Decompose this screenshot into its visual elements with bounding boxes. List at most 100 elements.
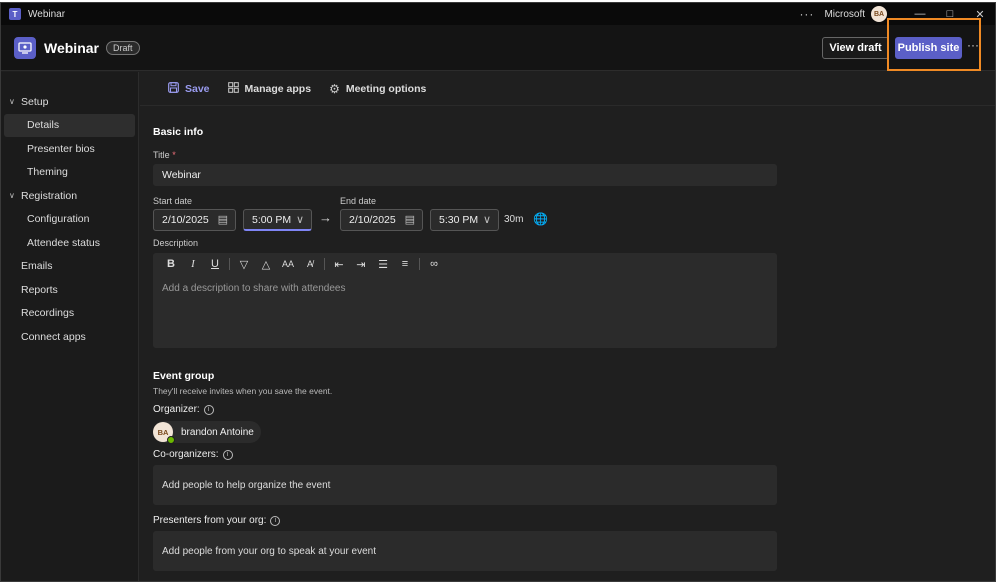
sidebar-item-label: Reports <box>21 283 58 296</box>
end-time-select[interactable]: 5:30 PM ∨ <box>430 209 499 231</box>
save-button[interactable]: Save <box>168 81 210 96</box>
bold-icon[interactable]: B <box>160 258 182 270</box>
status-badge: Draft <box>105 40 140 55</box>
duration-text: 30m <box>504 214 524 225</box>
sidebar-item-configuration[interactable]: Configuration <box>1 208 138 232</box>
sidebar-item-label: Theming <box>27 166 68 179</box>
start-date-value: 2/10/2025 <box>162 214 209 226</box>
more-options-icon[interactable]: ··· <box>967 38 979 52</box>
format-toolbar: B I U ▽ △ AA A̸ ⇤ ⇥ ☰ ≡ ∞ <box>153 253 777 275</box>
event-group-subtitle: They'll receive invites when you save th… <box>153 386 333 396</box>
chevron-down-icon: ∨ <box>9 191 15 201</box>
minimize-icon[interactable]: — <box>905 8 935 20</box>
maximize-icon[interactable]: □ <box>935 8 965 20</box>
start-time-value: 5:00 PM <box>252 213 292 226</box>
sidebar-item-details[interactable]: Details <box>4 113 135 137</box>
sidebar-item-setup[interactable]: ∨ Setup <box>1 90 138 114</box>
end-date-label: End date <box>340 196 377 206</box>
close-icon[interactable]: ✕ <box>965 8 995 21</box>
start-date-label: Start date <box>153 196 193 206</box>
view-draft-button[interactable]: View draft <box>822 37 889 59</box>
save-icon <box>168 81 179 96</box>
underline-icon[interactable]: U <box>204 258 226 270</box>
calendar-icon: ▤ <box>217 214 228 226</box>
presenters-label: Presenters from your org: i <box>153 515 777 526</box>
decrease-indent-icon[interactable]: ⇤ <box>328 258 350 271</box>
publish-site-button[interactable]: Publish site <box>895 37 962 59</box>
window-title: Webinar <box>28 8 66 20</box>
settings-more-icon[interactable]: ··· <box>799 7 814 21</box>
sidebar-item-reports[interactable]: Reports <box>1 278 138 302</box>
manage-apps-button[interactable]: Manage apps <box>227 81 311 96</box>
calendar-icon: ▤ <box>404 214 415 226</box>
end-date-value: 2/10/2025 <box>349 214 396 226</box>
increase-indent-icon[interactable]: ⇥ <box>350 258 372 271</box>
time-zone-globe-icon[interactable]: 🌐 <box>533 212 548 226</box>
divider <box>419 258 420 270</box>
sidebar-item-registration[interactable]: ∨ Registration <box>1 184 138 208</box>
start-date-picker[interactable]: 2/10/2025 ▤ <box>153 209 236 231</box>
sidebar-item-label: Configuration <box>27 213 90 226</box>
font-color-icon[interactable]: △ <box>255 258 277 271</box>
end-time-value: 5:30 PM <box>439 214 479 226</box>
description-placeholder: Add a description to share with attendee… <box>162 283 346 294</box>
link-icon[interactable]: ∞ <box>423 258 445 270</box>
sidebar-item-attendee-status[interactable]: Attendee status <box>1 231 138 255</box>
webinar-logo-icon <box>14 36 36 59</box>
date-time-row: Start date 2/10/2025 ▤ 5:00 PM ∨ → End d… <box>153 196 777 231</box>
info-icon[interactable]: i <box>203 404 214 415</box>
sidebar-item-label: Details <box>27 119 60 132</box>
end-date-picker[interactable]: 2/10/2025 ▤ <box>340 209 423 231</box>
title-bar: T Webinar ··· Microsoft BA — □ ✕ <box>1 3 995 25</box>
meeting-options-button[interactable]: ⚙ Meeting options <box>329 82 426 96</box>
toolbar: Save Manage apps ⚙ Meeting options <box>140 72 995 106</box>
meeting-options-label: Meeting options <box>345 82 427 95</box>
title-bar-controls: ··· Microsoft BA — □ ✕ <box>799 3 995 25</box>
info-icon[interactable]: i <box>222 449 233 460</box>
teams-app-icon: T <box>9 8 21 20</box>
organizer-name: brandon Antoine <box>181 426 254 438</box>
info-icon[interactable]: i <box>270 515 281 526</box>
coorganizers-input[interactable]: Add people to help organize the event <box>153 465 777 505</box>
title-label: Title * <box>153 150 176 160</box>
main-panel: Save Manage apps ⚙ Meeting options Basic… <box>140 72 995 581</box>
sidebar-item-label: Emails <box>21 260 53 273</box>
sidebar-item-presenter-bios[interactable]: Presenter bios <box>1 137 138 161</box>
account-avatar[interactable]: BA <box>871 6 887 22</box>
divider <box>324 258 325 270</box>
chevron-down-icon: ∨ <box>9 97 15 107</box>
sidebar-item-emails[interactable]: Emails <box>1 255 138 279</box>
sidebar-item-label: Setup <box>21 95 49 108</box>
description-editor[interactable]: B I U ▽ △ AA A̸ ⇤ ⇥ ☰ ≡ ∞ Add a descript <box>153 253 777 348</box>
bulleted-list-icon[interactable]: ☰ <box>372 258 394 271</box>
sidebar-item-recordings[interactable]: Recordings <box>1 302 138 326</box>
basic-info-heading: Basic info <box>153 126 204 138</box>
numbered-list-icon[interactable]: ≡ <box>394 258 416 270</box>
sidebar-item-label: Connect apps <box>21 330 86 343</box>
sidebar: ∨ Setup Details Presenter bios Theming ∨ R… <box>1 72 139 581</box>
apps-grid-icon <box>227 81 239 96</box>
highlight-icon[interactable]: ▽ <box>233 258 255 271</box>
required-mark: * <box>172 150 176 160</box>
organizer-label: Organizer: i <box>153 404 777 415</box>
sidebar-item-connect-apps[interactable]: Connect apps <box>1 325 138 349</box>
event-header: Webinar Draft View draft Publish site ··… <box>1 25 995 71</box>
chevron-down-icon: ∨ <box>295 214 304 226</box>
details-form: Basic info Title * Webinar Start date 2/… <box>153 126 777 571</box>
italic-icon[interactable]: I <box>182 258 204 270</box>
organizer-chip[interactable]: BA brandon Antoine <box>153 421 261 444</box>
clear-format-icon[interactable]: A̸ <box>299 259 321 269</box>
org-name: Microsoft <box>824 8 865 20</box>
sidebar-item-label: Attendee status <box>27 236 100 249</box>
sidebar-item-theming[interactable]: Theming <box>1 161 138 185</box>
font-size-icon[interactable]: AA <box>277 259 299 269</box>
divider <box>229 258 230 270</box>
sidebar-item-label: Registration <box>21 189 78 202</box>
description-label: Description <box>153 238 199 248</box>
title-input[interactable]: Webinar <box>153 164 777 186</box>
presenters-input[interactable]: Add people from your org to speak at you… <box>153 531 777 571</box>
coorganizers-label: Co-organizers: i <box>153 449 777 460</box>
teams-window: T Webinar ··· Microsoft BA — □ ✕ Webinar… <box>0 2 996 582</box>
start-time-select[interactable]: 5:00 PM ∨ <box>243 209 312 231</box>
chevron-down-icon: ∨ <box>482 214 491 226</box>
